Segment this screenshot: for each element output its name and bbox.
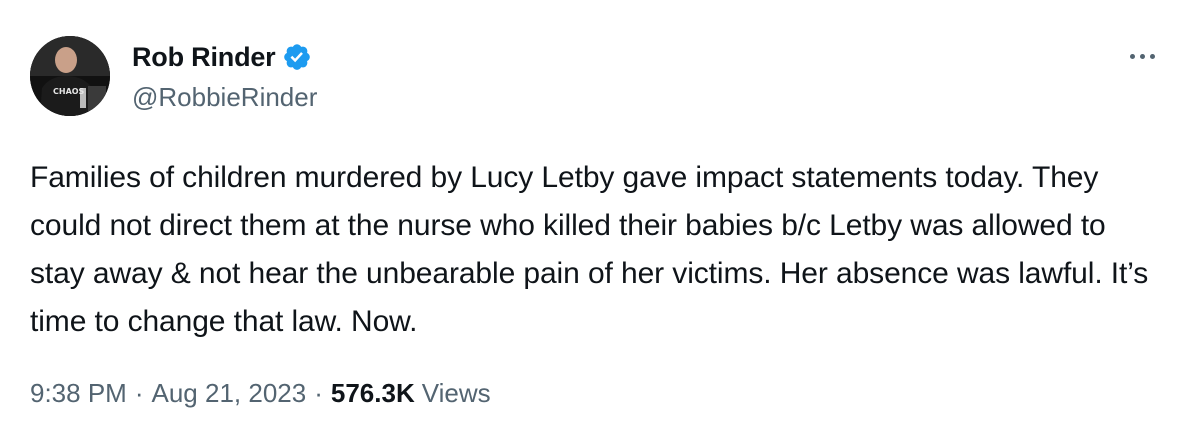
meta-separator: · [314,378,323,408]
avatar-image: CHAOS [30,36,110,116]
author-handle[interactable]: @RobbieRinder [132,82,317,113]
tweet-metadata: 9:38 PM · Aug 21, 2023 · 576.3K Views [30,378,491,409]
tweet-date[interactable]: Aug 21, 2023 [152,378,307,409]
author-name-row: Rob Rinder [132,40,312,74]
tweet-text: Families of children murdered by Lucy Le… [30,161,1149,338]
more-horizontal-icon [1149,53,1155,59]
meta-separator: · [134,378,144,408]
views-label: Views [421,378,491,408]
more-horizontal-icon [1129,53,1135,59]
avatar-shirt-text: CHAOS [53,87,85,96]
more-options-button[interactable] [1120,40,1164,72]
tweet-card: CHAOS Rob Rinder @RobbieRinder Families … [0,0,1188,444]
more-horizontal-icon [1139,53,1145,59]
views-count: 576.3K [330,378,415,408]
avatar[interactable]: CHAOS [30,36,110,116]
author-display-name[interactable]: Rob Rinder [132,42,276,73]
tweet-time[interactable]: 9:38 PM [30,378,127,409]
verified-badge-icon[interactable] [282,42,312,72]
